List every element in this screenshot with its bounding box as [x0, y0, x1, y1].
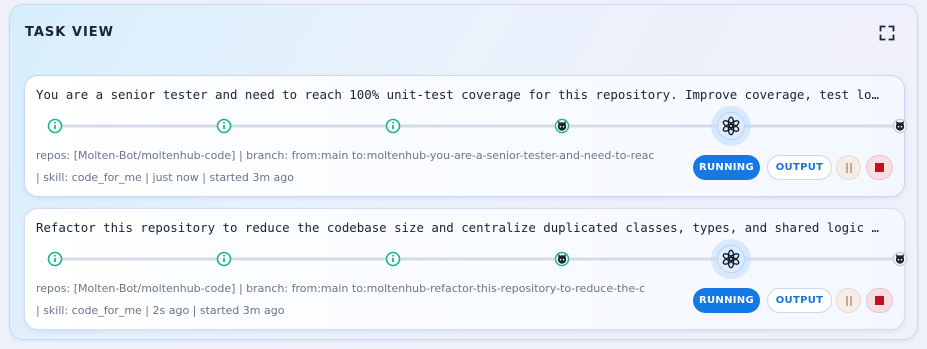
openai-icon — [711, 239, 751, 279]
info-icon — [47, 118, 63, 134]
expand-icon[interactable] — [879, 25, 895, 41]
github-icon — [892, 251, 908, 267]
task-meta-skill-time: | skill: code_for_me | 2s ago | started … — [36, 304, 285, 317]
pause-button[interactable] — [836, 155, 861, 180]
info-icon — [47, 251, 63, 267]
panel-title: TASK VIEW — [25, 25, 114, 40]
task-card[interactable]: Refactor this repository to reduce the c… — [24, 208, 908, 330]
status-badge-running[interactable]: RUNNING — [693, 288, 760, 313]
stop-icon — [875, 296, 884, 305]
stop-button[interactable] — [866, 155, 893, 180]
openai-icon — [711, 106, 751, 146]
task-meta-repos-branch: repos: [Molten-Bot/moltenhub-code] | bra… — [36, 149, 655, 162]
pause-icon — [845, 295, 852, 306]
progress-track — [36, 239, 908, 279]
info-icon — [385, 118, 401, 134]
task-card[interactable]: You are a senior tester and need to reac… — [24, 75, 908, 197]
output-button[interactable]: OUTPUT — [767, 155, 832, 180]
info-icon — [216, 118, 232, 134]
stop-button[interactable] — [866, 288, 893, 313]
github-icon — [554, 118, 570, 134]
task-prompt: Refactor this repository to reduce the c… — [36, 220, 879, 235]
pause-icon — [845, 162, 852, 173]
github-icon — [554, 251, 570, 267]
info-icon — [385, 251, 401, 267]
task-view-panel: TASK VIEW You are a senior tester and ne… — [9, 4, 918, 340]
info-icon — [216, 251, 232, 267]
task-meta-repos-branch: repos: [Molten-Bot/moltenhub-code] | bra… — [36, 282, 646, 295]
output-button[interactable]: OUTPUT — [767, 288, 832, 313]
github-icon — [892, 118, 908, 134]
pause-button[interactable] — [836, 288, 861, 313]
progress-track — [36, 106, 908, 146]
stop-icon — [875, 163, 884, 172]
status-badge-running[interactable]: RUNNING — [693, 155, 760, 180]
task-prompt: You are a senior tester and need to reac… — [36, 87, 879, 102]
task-meta-skill-time: | skill: code_for_me | just now | starte… — [36, 171, 295, 184]
